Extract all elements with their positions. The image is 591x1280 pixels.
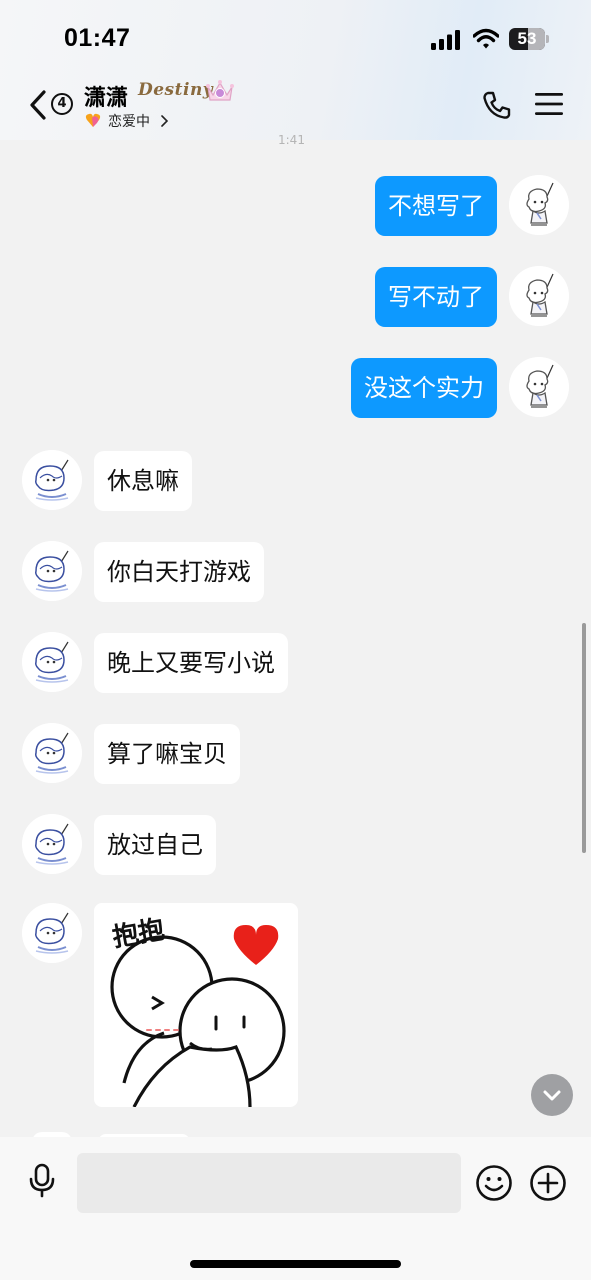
incoming-bubble[interactable]: 算了嘛宝贝 (94, 724, 240, 784)
message-row: 放过自己 (0, 814, 591, 876)
crown-badge-icon (206, 80, 234, 101)
chat-header: 01:47 53 4 潇潇 Destiny 恋爱中 1:41 (0, 0, 591, 147)
incoming-bubble[interactable]: 放过自己 (94, 815, 216, 875)
message-row: 没这个实力 (0, 357, 591, 419)
message-row: 算了嘛宝贝 (0, 723, 591, 785)
microphone-icon[interactable] (28, 1163, 56, 1199)
unread-count-badge[interactable]: 4 (51, 93, 73, 115)
message-row: 晚上又要写小说 (0, 632, 591, 694)
scroll-to-bottom-button[interactable] (531, 1074, 573, 1116)
incoming-bubble[interactable]: 你白天打游戏 (94, 542, 264, 602)
my-avatar[interactable] (509, 175, 569, 235)
battery-indicator: 53 (509, 28, 549, 50)
message-row: 休息嘛 (0, 450, 591, 512)
incoming-bubble[interactable]: 晚上又要写小说 (94, 633, 288, 693)
heart-icon (233, 925, 279, 965)
plus-circle-icon[interactable] (529, 1164, 567, 1202)
hug-sticker[interactable]: 抱抱 (94, 903, 298, 1107)
contact-name[interactable]: 潇潇 (84, 80, 128, 112)
battery-level: 53 (517, 29, 537, 48)
contact-avatar[interactable] (22, 541, 82, 601)
relationship-status[interactable]: 恋爱中 (108, 111, 150, 131)
smiley-icon[interactable] (475, 1164, 513, 1202)
message-row: 你白天打游戏 (0, 541, 591, 603)
scrollbar[interactable] (582, 623, 586, 853)
destiny-badge: Destiny (138, 80, 214, 100)
contact-avatar[interactable] (22, 723, 82, 783)
menu-icon[interactable] (535, 92, 563, 116)
contact-avatar[interactable] (22, 814, 82, 874)
chevron-down-icon (543, 1090, 561, 1101)
my-avatar[interactable] (509, 266, 569, 326)
message-row: 不想写了 (0, 175, 591, 237)
love-status-icon (85, 113, 101, 127)
chevron-right-icon[interactable] (161, 115, 168, 127)
cellular-signal-icon (431, 30, 460, 50)
home-indicator[interactable] (190, 1260, 401, 1268)
back-chevron-icon[interactable] (26, 88, 48, 122)
phone-icon[interactable] (482, 90, 512, 120)
message-timestamp: 1:41 (278, 133, 305, 147)
outgoing-bubble[interactable]: 不想写了 (375, 176, 497, 236)
status-time: 01:47 (64, 24, 131, 52)
message-row: 写不动了 (0, 266, 591, 328)
contact-avatar[interactable] (22, 450, 82, 510)
wifi-icon (473, 28, 499, 49)
my-avatar[interactable] (509, 357, 569, 417)
outgoing-bubble[interactable]: 没这个实力 (351, 358, 497, 418)
contact-avatar[interactable] (22, 632, 82, 692)
incoming-bubble[interactable]: 休息嘛 (94, 451, 192, 511)
contact-avatar[interactable] (22, 903, 82, 963)
message-input[interactable] (77, 1153, 461, 1213)
message-input-bar (0, 1137, 591, 1280)
outgoing-bubble[interactable]: 写不动了 (375, 267, 497, 327)
